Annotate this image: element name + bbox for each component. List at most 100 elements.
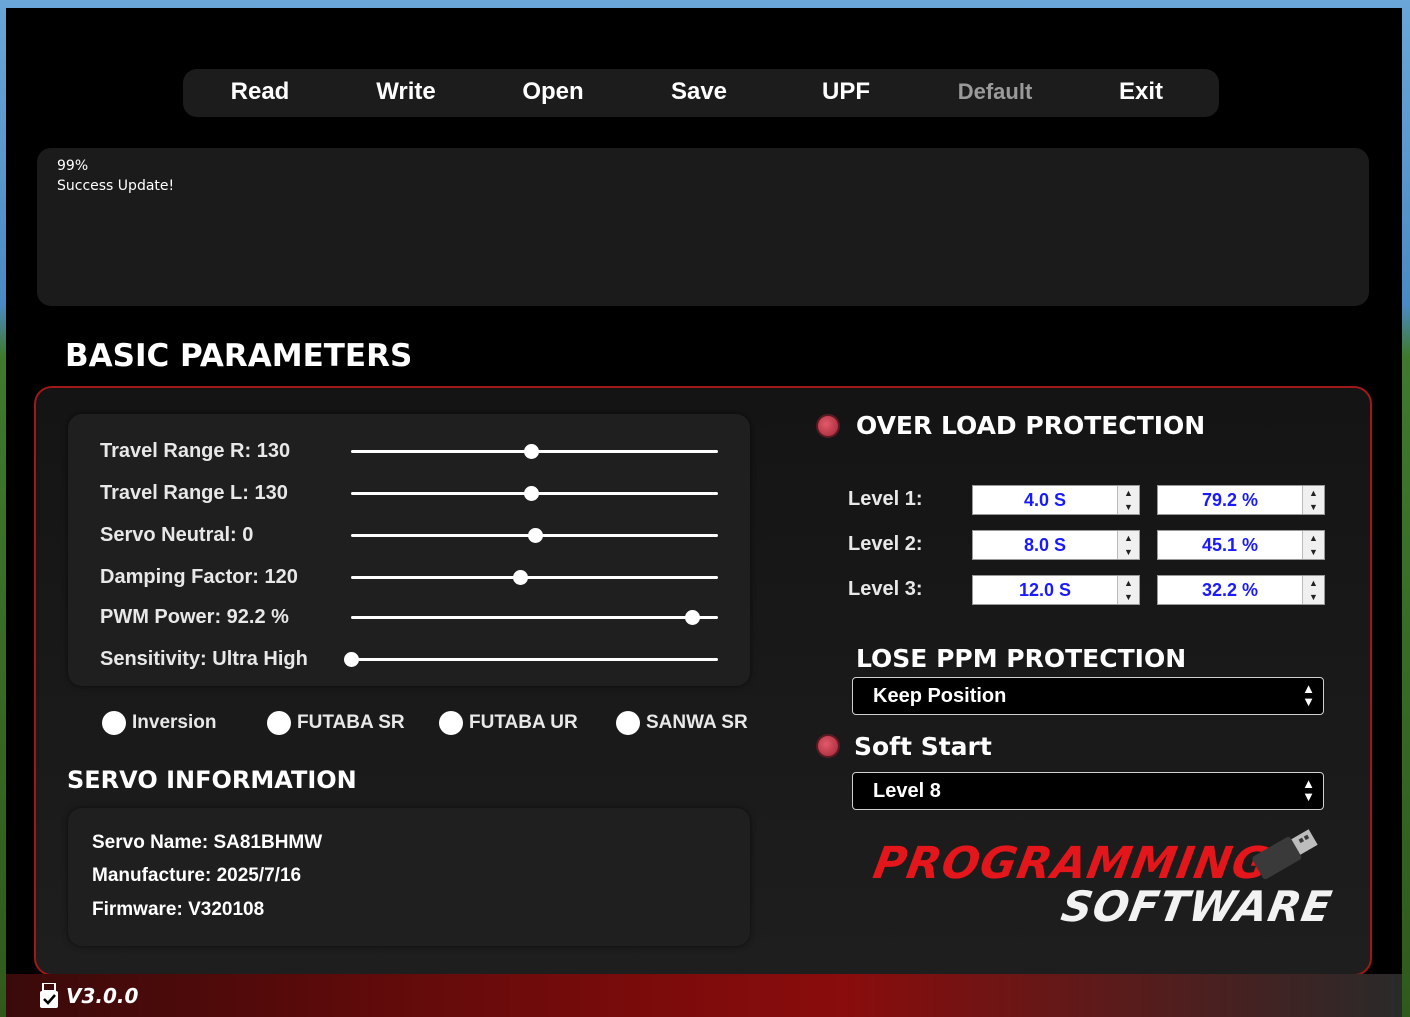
level-3-percent-spinbox[interactable]: 32.2 % ▲ ▼ <box>1157 575 1325 605</box>
level-3-label: Level 3: <box>848 578 923 600</box>
spin-down-icon[interactable]: ▼ <box>1303 500 1324 514</box>
basic-parameters-title: BASIC PARAMETERS <box>65 338 413 374</box>
spin-down-icon[interactable]: ▼ <box>1118 500 1139 514</box>
log-line-progress: 99% <box>57 158 89 174</box>
spin-arrows[interactable]: ▲ ▼ <box>1117 531 1139 559</box>
spin-arrows[interactable]: ▲ ▼ <box>1302 486 1324 514</box>
level-2-percent-spinbox[interactable]: 45.1 % ▲ ▼ <box>1157 530 1325 560</box>
servo-manufacture: Manufacture: 2025/7/16 <box>92 865 302 886</box>
usb-drive-icon <box>1252 829 1318 880</box>
lose-ppm-selected: Keep Position <box>873 685 1007 707</box>
sanwa-sr-label: SANWA SR <box>646 712 748 733</box>
level-3-time-spinbox[interactable]: 12.0 S ▲ ▼ <box>972 575 1140 605</box>
level-2-label: Level 2: <box>848 533 923 555</box>
slider-label: Sensitivity: Ultra High <box>100 648 308 670</box>
slider-row-travel-range-r: Travel Range R: 130 <box>68 436 750 466</box>
inversion-radio[interactable] <box>102 711 126 735</box>
spin-value[interactable]: 8.0 S <box>973 531 1117 559</box>
slider-thumb[interactable] <box>512 570 528 585</box>
travel-range-l-slider[interactable] <box>351 486 718 501</box>
slider-row-travel-range-l: Travel Range L: 130 <box>68 478 750 508</box>
usb-check-icon <box>40 983 58 1008</box>
lose-ppm-select[interactable]: Keep Position ▲ ▼ <box>852 677 1324 715</box>
spin-up-icon[interactable]: ▲ <box>1118 576 1139 590</box>
version-label: V3.0.0 <box>66 984 139 1008</box>
read-button[interactable]: Read <box>200 69 320 117</box>
spin-down-icon[interactable]: ▼ <box>1303 590 1324 604</box>
save-button[interactable]: Save <box>639 69 759 117</box>
slider-label: Damping Factor: 120 <box>100 566 298 588</box>
open-button[interactable]: Open <box>493 69 613 117</box>
spin-arrows[interactable]: ▲ ▼ <box>1117 486 1139 514</box>
slider-thumb[interactable] <box>685 610 701 625</box>
footer-bar: V3.0.0 <box>6 974 1402 1017</box>
menu-bar: Read Write Open Save UPF Default Exit <box>183 69 1219 117</box>
exit-button[interactable]: Exit <box>1081 69 1201 117</box>
slider-label: Travel Range R: 130 <box>100 440 291 462</box>
spin-down-icon[interactable]: ▼ <box>1303 545 1324 559</box>
sanwa-sr-radio[interactable] <box>616 711 640 735</box>
level-2-time-spinbox[interactable]: 8.0 S ▲ ▼ <box>972 530 1140 560</box>
futaba-sr-option[interactable]: FUTABA SR <box>267 710 405 736</box>
spin-value[interactable]: 32.2 % <box>1158 576 1302 604</box>
sanwa-sr-option[interactable]: SANWA SR <box>616 710 748 736</box>
slider-thumb[interactable] <box>523 486 539 501</box>
spin-down-icon[interactable]: ▼ <box>1118 545 1139 559</box>
select-arrows-icon: ▲ ▼ <box>1302 776 1315 804</box>
level-1-percent-spinbox[interactable]: 79.2 % ▲ ▼ <box>1157 485 1325 515</box>
spin-down-icon[interactable]: ▼ <box>1118 590 1139 604</box>
futaba-ur-radio[interactable] <box>439 711 463 735</box>
soft-start-title: Soft Start <box>854 732 992 761</box>
spin-up-icon[interactable]: ▲ <box>1303 576 1324 590</box>
logo-software: SOFTWARE <box>1057 882 1336 931</box>
lose-ppm-protection-title: LOSE PPM PROTECTION <box>856 644 1187 673</box>
level-1-time-spinbox[interactable]: 4.0 S ▲ ▼ <box>972 485 1140 515</box>
spin-up-icon[interactable]: ▲ <box>1303 486 1324 500</box>
servo-information-title: SERVO INFORMATION <box>67 766 357 794</box>
spin-value[interactable]: 4.0 S <box>973 486 1117 514</box>
sensitivity-slider[interactable] <box>344 652 718 667</box>
soft-start-indicator[interactable] <box>816 734 840 758</box>
soft-start-selected: Level 8 <box>873 780 941 802</box>
spin-up-icon[interactable]: ▲ <box>1118 486 1139 500</box>
futaba-sr-radio[interactable] <box>267 711 291 735</box>
spin-arrows[interactable]: ▲ ▼ <box>1302 531 1324 559</box>
soft-start-select[interactable]: Level 8 ▲ ▼ <box>852 772 1324 810</box>
spin-up-icon[interactable]: ▲ <box>1303 531 1324 545</box>
overload-protection-indicator[interactable] <box>816 414 840 438</box>
slider-thumb[interactable] <box>523 444 539 459</box>
futaba-ur-option[interactable]: FUTABA UR <box>439 710 578 736</box>
travel-range-r-slider[interactable] <box>351 444 718 459</box>
futaba-ur-label: FUTABA UR <box>469 712 578 733</box>
spin-value[interactable]: 79.2 % <box>1158 486 1302 514</box>
write-button[interactable]: Write <box>346 69 466 117</box>
slider-thumb[interactable] <box>344 652 359 667</box>
log-line-message: Success Update! <box>57 178 175 194</box>
level-1-label: Level 1: <box>848 488 923 510</box>
pwm-power-slider[interactable] <box>351 610 718 625</box>
slider-thumb[interactable] <box>527 528 543 543</box>
slider-row-servo-neutral: Servo Neutral: 0 <box>68 520 750 550</box>
slider-row-sensitivity: Sensitivity: Ultra High <box>68 644 750 674</box>
servo-neutral-slider[interactable] <box>351 528 718 543</box>
futaba-sr-label: FUTABA SR <box>297 712 405 733</box>
app-window: Read Write Open Save UPF Default Exit 99… <box>6 8 1402 1017</box>
slider-label: PWM Power: 92.2 % <box>100 606 289 628</box>
spin-up-icon[interactable]: ▲ <box>1118 531 1139 545</box>
spin-value[interactable]: 12.0 S <box>973 576 1117 604</box>
spin-value[interactable]: 45.1 % <box>1158 531 1302 559</box>
servo-firmware: Firmware: V320108 <box>92 899 265 920</box>
spin-arrows[interactable]: ▲ ▼ <box>1302 576 1324 604</box>
default-button[interactable]: Default <box>935 69 1055 117</box>
servo-name: Servo Name: SA81BHMW <box>92 832 323 853</box>
slider-row-damping-factor: Damping Factor: 120 <box>68 562 750 592</box>
slider-group: Travel Range R: 130 Travel Range L: 130 … <box>68 414 750 686</box>
status-log: 99% Success Update! <box>37 148 1369 306</box>
inversion-option[interactable]: Inversion <box>102 710 216 736</box>
damping-factor-slider[interactable] <box>351 570 718 585</box>
servo-info-box: Servo Name: SA81BHMW Manufacture: 2025/7… <box>68 808 750 946</box>
upf-button[interactable]: UPF <box>786 69 906 117</box>
slider-row-pwm-power: PWM Power: 92.2 % <box>68 602 750 632</box>
spin-arrows[interactable]: ▲ ▼ <box>1117 576 1139 604</box>
slider-label: Travel Range L: 130 <box>100 482 288 504</box>
